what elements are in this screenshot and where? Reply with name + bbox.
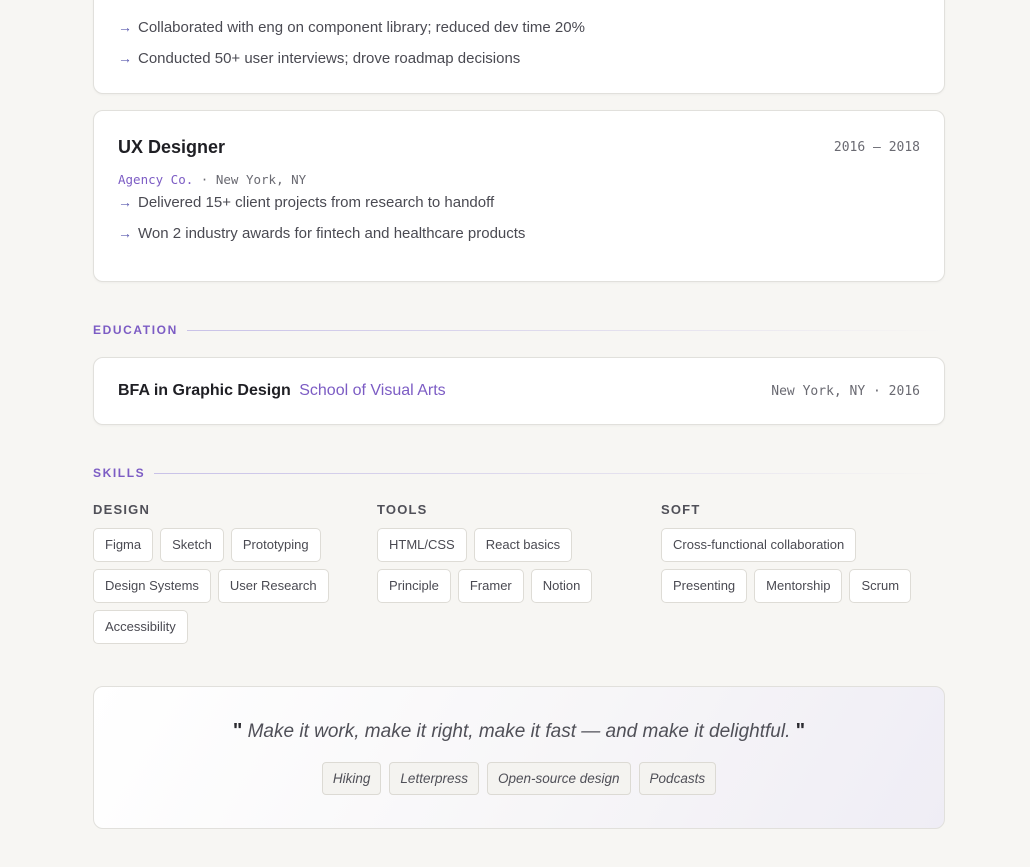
education-details: New York, NY · 2016 (771, 383, 920, 399)
bullet-item: → Conducted 50+ user interviews; drove r… (118, 43, 920, 74)
bullet-list: → Collaborated with eng on component lib… (118, 12, 920, 74)
section-title: EDUCATION (93, 323, 178, 337)
bullet-text: Conducted 50+ user interviews; drove roa… (138, 50, 521, 67)
skill-pill: Accessibility (93, 610, 188, 644)
skill-pill: Prototyping (230, 528, 321, 562)
skill-pill: Cross-functional collaboration (661, 528, 857, 562)
education-school: School of Visual Arts (299, 382, 446, 399)
skill-pill: Mentorship (754, 569, 843, 603)
job-header: UX Designer 2016 – 2018 (118, 137, 920, 158)
open-quote-mark: " (232, 720, 243, 742)
skill-pill: User Research (217, 569, 329, 603)
bullet-item: → Delivered 15+ client projects from res… (118, 187, 920, 218)
interest-tag: Hiking (321, 762, 382, 795)
job-title: UX Designer (118, 137, 226, 157)
section-header-skills: SKILLS (93, 466, 945, 480)
bullet-item: → Won 2 industry awards for fintech and … (118, 218, 920, 249)
bullet-text: Delivered 15+ client projects from resea… (138, 194, 495, 211)
education-left: BFA in Graphic Design School of Visual A… (118, 382, 446, 400)
skill-group-soft: SOFT Cross-functional collaboration Pres… (661, 501, 945, 644)
skill-pill: Figma (93, 528, 154, 562)
skill-pill: React basics (473, 528, 573, 562)
skill-pill: HTML/CSS (377, 528, 467, 562)
skill-group-tools: TOOLS HTML/CSS React basics Principle Fr… (377, 501, 661, 644)
quote-text: Make it work, make it right, make it fas… (247, 721, 791, 742)
skill-pill: Framer (457, 569, 524, 603)
personal-quote: " Make it work, make it right, make it f… (94, 720, 944, 743)
skill-group-title: SOFT (661, 502, 701, 517)
education-card: BFA in Graphic Design School of Visual A… (93, 357, 945, 425)
quote-card: " Make it work, make it right, make it f… (93, 686, 945, 829)
skill-group-title: TOOLS (377, 502, 428, 517)
arrow-right-icon: → (118, 19, 132, 35)
skill-pill: Design Systems (93, 569, 211, 603)
skill-pill: Sketch (160, 528, 224, 562)
interests-list: Hiking Letterpress Open-source design Po… (94, 762, 944, 795)
section-divider (154, 472, 945, 474)
interest-tag: Letterpress (389, 762, 479, 795)
close-quote-mark: " (795, 720, 806, 742)
job-dates: 2016 – 2018 (833, 140, 920, 155)
bullet-text: Won 2 industry awards for fintech and he… (138, 225, 526, 242)
skills-grid: DESIGN Figma Sketch Prototyping Design S… (93, 501, 945, 644)
experience-card-previous: → Collaborated with eng on component lib… (93, 0, 945, 94)
experience-card-ux-designer: UX Designer 2016 – 2018 Agency Co. · New… (93, 110, 945, 282)
bullet-text: Collaborated with eng on component libra… (138, 19, 585, 36)
skill-pill-list: Figma Sketch Prototyping Design Systems … (93, 528, 353, 644)
job-location: New York, NY (215, 172, 307, 187)
skill-group-title: DESIGN (93, 502, 151, 517)
skill-pill-list: Cross-functional collaboration Presentin… (661, 528, 931, 603)
section-header-education: EDUCATION (93, 323, 945, 337)
interest-tag: Podcasts (638, 762, 717, 795)
company-name: Agency Co. (118, 172, 194, 187)
meta-separator: · (200, 172, 209, 187)
skill-pill: Principle (377, 569, 451, 603)
arrow-right-icon: → (118, 194, 132, 210)
interest-tag: Open-source design (486, 762, 631, 795)
job-meta: Agency Co. · New York, NY (118, 172, 920, 187)
bullet-item: → Collaborated with eng on component lib… (118, 12, 920, 43)
skill-pill: Scrum (849, 569, 912, 603)
education-degree: BFA in Graphic Design (118, 382, 291, 399)
skill-pill: Presenting (661, 569, 748, 603)
arrow-right-icon: → (118, 50, 132, 66)
skill-pill-list: HTML/CSS React basics Principle Framer N… (377, 528, 607, 603)
arrow-right-icon: → (118, 225, 132, 241)
bullet-list: → Delivered 15+ client projects from res… (118, 187, 920, 249)
skill-pill: Notion (530, 569, 593, 603)
skill-group-design: DESIGN Figma Sketch Prototyping Design S… (93, 501, 377, 644)
section-title: SKILLS (93, 466, 146, 480)
section-divider (186, 329, 945, 331)
